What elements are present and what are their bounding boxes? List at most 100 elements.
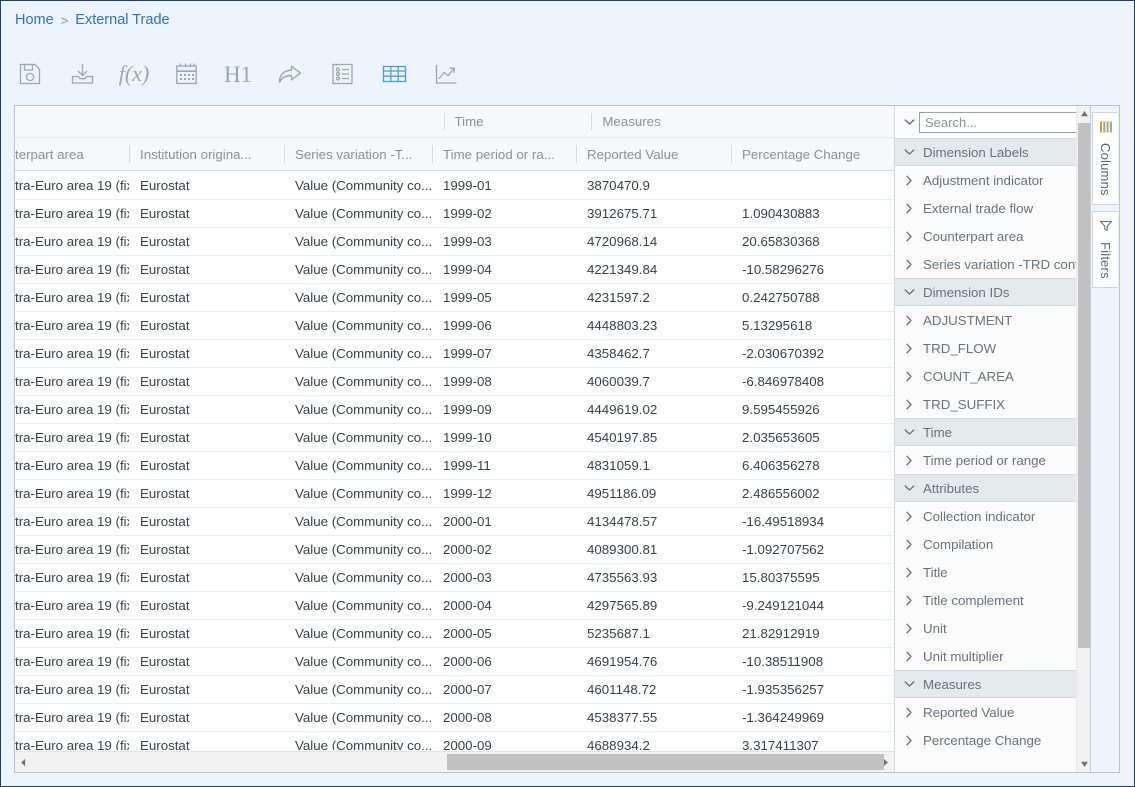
cell-counterpart-area[interactable]: tra-Euro area 19 (fix... — [15, 704, 129, 731]
cell-reported-value[interactable]: 4538377.55 — [576, 704, 731, 731]
table-row[interactable]: tra-Euro area 19 (fix...EurostatValue (C… — [15, 452, 894, 480]
cell-reported-value[interactable]: 3870470.9 — [576, 172, 731, 199]
cell-series-variation[interactable]: Value (Community co... — [284, 620, 432, 647]
cell-time-period[interactable]: 1999-01 — [432, 172, 576, 199]
chevron-down-icon[interactable] — [899, 282, 919, 302]
table-row[interactable]: tra-Euro area 19 (fix...EurostatValue (C… — [15, 368, 894, 396]
cell-percentage-change[interactable]: 6.406356278 — [731, 452, 883, 479]
cell-series-variation[interactable]: Value (Community co... — [284, 256, 432, 283]
side-section-header-time[interactable]: Time — [895, 418, 1076, 446]
chevron-right-icon[interactable] — [899, 198, 919, 218]
cell-time-period[interactable]: 1999-03 — [432, 228, 576, 255]
side-section-header-measures[interactable]: Measures — [895, 670, 1076, 698]
table-row[interactable]: tra-Euro area 19 (fix...EurostatValue (C… — [15, 396, 894, 424]
cell-time-period[interactable]: 2000-02 — [432, 536, 576, 563]
chevron-right-icon[interactable] — [899, 730, 919, 750]
cell-time-period[interactable]: 1999-06 — [432, 312, 576, 339]
cell-reported-value[interactable]: 4134478.57 — [576, 508, 731, 535]
cell-time-period[interactable]: 1999-12 — [432, 480, 576, 507]
cell-reported-value[interactable]: 4089300.81 — [576, 536, 731, 563]
cell-time-period[interactable]: 2000-06 — [432, 648, 576, 675]
cell-institution[interactable]: Eurostat — [129, 452, 284, 479]
cell-institution[interactable]: Eurostat — [129, 340, 284, 367]
cell-reported-value[interactable]: 4448803.23 — [576, 312, 731, 339]
table-row[interactable]: tra-Euro area 19 (fix...EurostatValue (C… — [15, 284, 894, 312]
table-row[interactable]: tra-Euro area 19 (fix...EurostatValue (C… — [15, 648, 894, 676]
cell-series-variation[interactable]: Value (Community co... — [284, 396, 432, 423]
side-panel-item[interactable]: Percentage Change — [895, 726, 1076, 754]
chevron-right-icon[interactable] — [899, 366, 919, 386]
cell-time-period[interactable]: 2000-05 — [432, 620, 576, 647]
side-section-header-dimension-labels[interactable]: Dimension Labels — [895, 138, 1076, 166]
tab-filters[interactable]: Filters — [1092, 210, 1118, 288]
cell-series-variation[interactable]: Value (Community co... — [284, 480, 432, 507]
cell-counterpart-area[interactable]: tra-Euro area 19 (fix... — [15, 256, 129, 283]
cell-institution[interactable]: Eurostat — [129, 536, 284, 563]
cell-percentage-change[interactable]: 0.242750788 — [731, 284, 883, 311]
column-header-series-variation[interactable]: Series variation -T... — [284, 138, 432, 170]
table-row[interactable]: tra-Euro area 19 (fix...EurostatValue (C… — [15, 424, 894, 452]
table-row[interactable]: tra-Euro area 19 (fix...EurostatValue (C… — [15, 564, 894, 592]
cell-reported-value[interactable]: 4688934.2 — [576, 732, 731, 750]
cell-percentage-change[interactable]: 9.595455926 — [731, 396, 883, 423]
side-panel-item[interactable]: External trade flow — [895, 194, 1076, 222]
cell-counterpart-area[interactable]: tra-Euro area 19 (fix... — [15, 396, 129, 423]
breadcrumb-item-home[interactable]: Home — [15, 12, 54, 28]
chevron-right-icon[interactable] — [899, 170, 919, 190]
cell-series-variation[interactable]: Value (Community co... — [284, 704, 432, 731]
cell-percentage-change[interactable]: 15.80375595 — [731, 564, 883, 591]
cell-reported-value[interactable]: 4601148.72 — [576, 676, 731, 703]
side-panel-item[interactable]: Counterpart area — [895, 222, 1076, 250]
table-row[interactable]: tra-Euro area 19 (fix...EurostatValue (C… — [15, 676, 894, 704]
cell-percentage-change[interactable]: -10.38511908 — [731, 648, 883, 675]
cell-series-variation[interactable]: Value (Community co... — [284, 648, 432, 675]
cell-reported-value[interactable]: 4831059.1 — [576, 452, 731, 479]
chevron-right-icon[interactable] — [899, 562, 919, 582]
cell-percentage-change[interactable] — [731, 172, 883, 199]
chevron-right-icon[interactable] — [899, 618, 919, 638]
cell-reported-value[interactable]: 4691954.76 — [576, 648, 731, 675]
cell-counterpart-area[interactable]: tra-Euro area 19 (fix... — [15, 508, 129, 535]
scroll-down-arrow-icon[interactable] — [1077, 756, 1090, 772]
chevron-down-icon[interactable] — [899, 422, 919, 442]
cell-reported-value[interactable]: 3912675.71 — [576, 200, 731, 227]
cell-counterpart-area[interactable]: tra-Euro area 19 (fix... — [15, 424, 129, 451]
group-header-time[interactable]: Time — [443, 106, 592, 137]
table-row[interactable]: tra-Euro area 19 (fix...EurostatValue (C… — [15, 480, 894, 508]
cell-counterpart-area[interactable]: tra-Euro area 19 (fix... — [15, 648, 129, 675]
cell-reported-value[interactable]: 4231597.2 — [576, 284, 731, 311]
cell-institution[interactable]: Eurostat — [129, 480, 284, 507]
cell-reported-value[interactable]: 4060039.7 — [576, 368, 731, 395]
cell-institution[interactable]: Eurostat — [129, 424, 284, 451]
chevron-right-icon[interactable] — [899, 338, 919, 358]
cell-counterpart-area[interactable]: tra-Euro area 19 (fix... — [15, 368, 129, 395]
cell-counterpart-area[interactable]: tra-Euro area 19 (fix... — [15, 284, 129, 311]
cell-series-variation[interactable]: Value (Community co... — [284, 284, 432, 311]
breadcrumb-item-external-trade[interactable]: External Trade — [75, 12, 169, 28]
cell-series-variation[interactable]: Value (Community co... — [284, 732, 432, 750]
table-row[interactable]: tra-Euro area 19 (fix...EurostatValue (C… — [15, 536, 894, 564]
table-row[interactable]: tra-Euro area 19 (fix...EurostatValue (C… — [15, 256, 894, 284]
cell-series-variation[interactable]: Value (Community co... — [284, 424, 432, 451]
cell-time-period[interactable]: 2000-08 — [432, 704, 576, 731]
table-grid-icon[interactable] — [379, 58, 409, 90]
cell-percentage-change[interactable]: -2.030670392 — [731, 340, 883, 367]
cell-time-period[interactable]: 1999-04 — [432, 256, 576, 283]
cell-series-variation[interactable]: Value (Community co... — [284, 508, 432, 535]
cell-percentage-change[interactable]: 2.486556002 — [731, 480, 883, 507]
cell-percentage-change[interactable]: -1.935356257 — [731, 676, 883, 703]
search-input[interactable] — [919, 111, 1090, 133]
cell-series-variation[interactable]: Value (Community co... — [284, 676, 432, 703]
horizontal-scroll-track[interactable] — [32, 752, 884, 772]
side-panel-item[interactable]: Time period or range — [895, 446, 1076, 474]
cell-time-period[interactable]: 2000-01 — [432, 508, 576, 535]
cell-reported-value[interactable]: 4449619.02 — [576, 396, 731, 423]
cell-institution[interactable]: Eurostat — [129, 676, 284, 703]
cell-counterpart-area[interactable]: tra-Euro area 19 (fix... — [15, 620, 129, 647]
cell-institution[interactable]: Eurostat — [129, 620, 284, 647]
column-header-reported-value[interactable]: Reported Value — [576, 138, 731, 170]
cell-series-variation[interactable]: Value (Community co... — [284, 368, 432, 395]
download-icon[interactable] — [67, 58, 97, 90]
cell-counterpart-area[interactable]: tra-Euro area 19 (fix... — [15, 228, 129, 255]
cell-institution[interactable]: Eurostat — [129, 564, 284, 591]
